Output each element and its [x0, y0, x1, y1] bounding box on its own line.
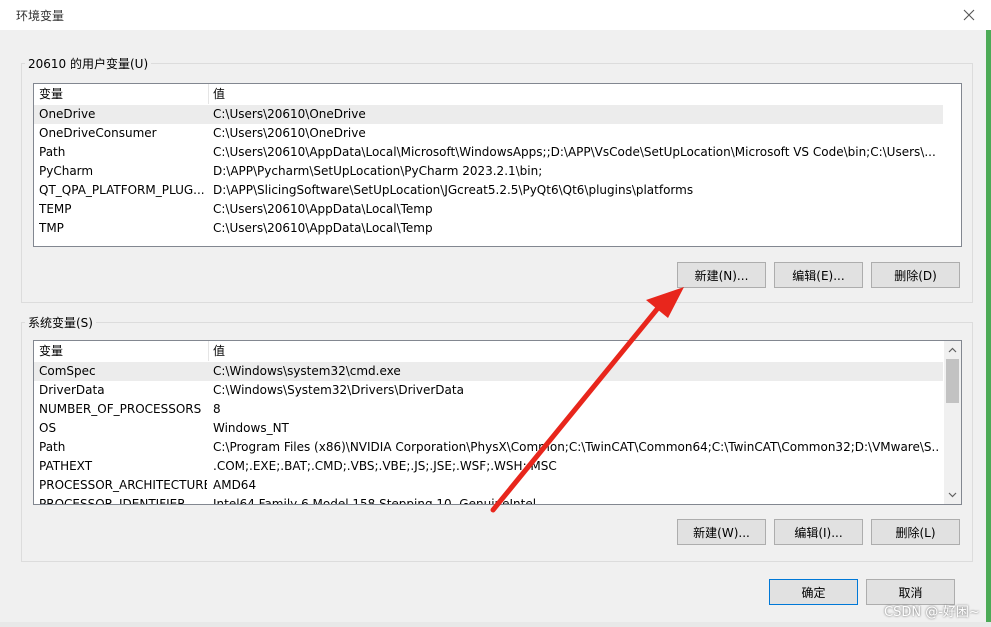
- variable-value: 8: [213, 402, 221, 416]
- table-row[interactable]: OS Windows_NT: [34, 419, 943, 438]
- table-row[interactable]: PROCESSOR_ARCHITECTURE AMD64: [34, 476, 943, 495]
- ok-button[interactable]: 确定: [769, 579, 858, 605]
- chevron-down-icon: [948, 492, 956, 498]
- column-divider: [208, 341, 209, 361]
- system-variables-list[interactable]: 变量 值 ComSpec C:\Windows\system32\cmd.exe…: [33, 340, 962, 505]
- variable-name: PROCESSOR_IDENTIFIER: [39, 497, 186, 505]
- column-header-value[interactable]: 值: [213, 341, 938, 361]
- column-divider: [208, 84, 209, 104]
- variable-value: .COM;.EXE;.BAT;.CMD;.VBS;.VBE;.JS;.JSE;.…: [213, 459, 557, 473]
- table-row[interactable]: NUMBER_OF_PROCESSORS 8: [34, 400, 943, 419]
- table-row[interactable]: PyCharm D:\APP\Pycharm\SetUpLocation\PyC…: [34, 162, 943, 181]
- list-header: 变量 值: [34, 84, 961, 104]
- variable-value: C:\Users\20610\OneDrive: [213, 126, 366, 140]
- table-row[interactable]: DriverData C:\Windows\System32\Drivers\D…: [34, 381, 943, 400]
- column-header-variable[interactable]: 变量: [39, 84, 207, 104]
- user-variables-list[interactable]: 变量 值 OneDrive C:\Users\20610\OneDrive On…: [33, 83, 962, 247]
- variable-name: DriverData: [39, 383, 105, 397]
- table-row[interactable]: Path C:\Program Files (x86)\NVIDIA Corpo…: [34, 438, 943, 457]
- user-variables-label: 20610 的用户变量(U): [25, 55, 152, 72]
- window-edge-accent: [986, 30, 991, 627]
- close-icon: [963, 9, 975, 21]
- variable-name: TEMP: [39, 202, 72, 216]
- variable-value: AMD64: [213, 478, 257, 492]
- table-row[interactable]: PROCESSOR_IDENTIFIER Intel64 Family 6 Mo…: [34, 495, 943, 505]
- system-delete-button[interactable]: 删除(L): [871, 519, 960, 545]
- scroll-thumb[interactable]: [946, 359, 959, 403]
- variable-value: C:\Users\20610\AppData\Local\Microsoft\W…: [213, 145, 936, 159]
- variable-name: TMP: [39, 221, 64, 235]
- variable-value: D:\APP\Pycharm\SetUpLocation\PyCharm 202…: [213, 164, 543, 178]
- table-row[interactable]: PATHEXT .COM;.EXE;.BAT;.CMD;.VBS;.VBE;.J…: [34, 457, 943, 476]
- column-header-value[interactable]: 值: [213, 84, 938, 104]
- variable-name: ComSpec: [39, 364, 96, 378]
- variable-value: C:\Users\20610\AppData\Local\Temp: [213, 221, 433, 235]
- window-title: 环境变量: [16, 9, 65, 23]
- watermark-text: CSDN @-好困~: [884, 605, 980, 620]
- variable-value: C:\Windows\System32\Drivers\DriverData: [213, 383, 464, 397]
- variable-name: NUMBER_OF_PROCESSORS: [39, 402, 202, 416]
- variable-name: PROCESSOR_ARCHITECTURE: [39, 478, 207, 492]
- column-header-variable[interactable]: 变量: [39, 341, 207, 361]
- variable-name: Path: [39, 440, 66, 454]
- variable-name: PATHEXT: [39, 459, 93, 473]
- system-new-button[interactable]: 新建(W)...: [677, 519, 766, 545]
- variable-value: C:\Windows\system32\cmd.exe: [213, 364, 401, 378]
- variable-name: OS: [39, 421, 57, 435]
- title-bar: [0, 0, 991, 30]
- variable-name: OneDrive: [39, 107, 96, 121]
- scroll-up-button[interactable]: [944, 342, 960, 358]
- variable-value: C:\Users\20610\OneDrive: [213, 107, 366, 121]
- variable-value: Intel64 Family 6 Model 158 Stepping 10, …: [213, 497, 537, 505]
- scroll-down-button[interactable]: [944, 487, 960, 503]
- window-edge-bottom: [0, 622, 991, 627]
- vertical-scrollbar[interactable]: [944, 341, 961, 504]
- user-edit-button[interactable]: 编辑(E)...: [774, 262, 863, 288]
- chevron-up-icon: [948, 347, 956, 353]
- table-row[interactable]: TEMP C:\Users\20610\AppData\Local\Temp: [34, 200, 943, 219]
- table-row[interactable]: TMP C:\Users\20610\AppData\Local\Temp: [34, 219, 943, 238]
- variable-name: PyCharm: [39, 164, 94, 178]
- close-button[interactable]: [958, 4, 980, 26]
- user-delete-button[interactable]: 删除(D): [871, 262, 960, 288]
- user-new-button[interactable]: 新建(N)...: [677, 262, 766, 288]
- variable-value: C:\Program Files (x86)\NVIDIA Corporatio…: [213, 440, 938, 454]
- system-variables-label: 系统变量(S): [25, 314, 96, 331]
- variable-name: OneDriveConsumer: [39, 126, 157, 140]
- table-row[interactable]: OneDriveConsumer C:\Users\20610\OneDrive: [34, 124, 943, 143]
- system-edit-button[interactable]: 编辑(I)...: [774, 519, 863, 545]
- list-header: 变量 值: [34, 341, 943, 361]
- table-row[interactable]: OneDrive C:\Users\20610\OneDrive: [34, 105, 943, 124]
- table-row[interactable]: Path C:\Users\20610\AppData\Local\Micros…: [34, 143, 943, 162]
- variable-value: D:\APP\SlicingSoftware\SetUpLocation\JGc…: [213, 183, 694, 197]
- table-row[interactable]: QT_QPA_PLATFORM_PLUG... D:\APP\SlicingSo…: [34, 181, 943, 200]
- variable-value: Windows_NT: [213, 421, 289, 435]
- variable-value: C:\Users\20610\AppData\Local\Temp: [213, 202, 433, 216]
- variable-name: QT_QPA_PLATFORM_PLUG...: [39, 183, 205, 197]
- variable-name: Path: [39, 145, 66, 159]
- table-row[interactable]: ComSpec C:\Windows\system32\cmd.exe: [34, 362, 943, 381]
